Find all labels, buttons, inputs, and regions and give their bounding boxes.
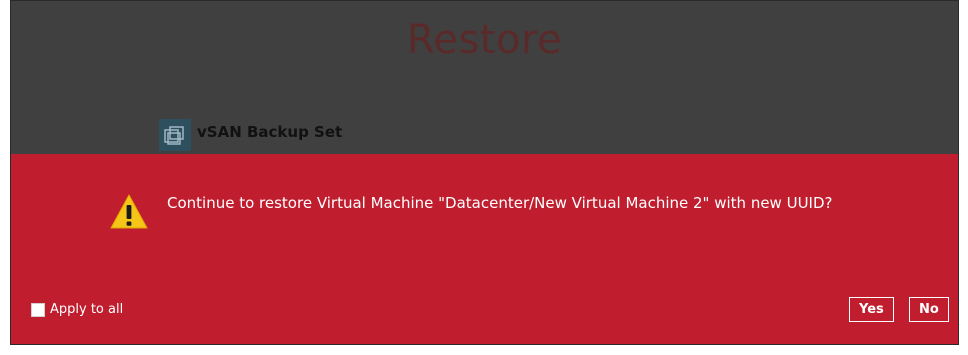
vm-icon [159, 119, 191, 151]
apply-to-all-toggle[interactable]: Apply to all [31, 302, 123, 317]
page-title: Restore [406, 17, 563, 63]
apply-to-all-checkbox[interactable] [31, 302, 45, 317]
apply-to-all-label: Apply to all [50, 302, 124, 317]
restore-window: Restore vSAN Backup Set Continue to rest… [10, 0, 959, 345]
no-button[interactable]: No [909, 297, 949, 322]
dialog-message: Continue to restore Virtual Machine "Dat… [167, 194, 833, 212]
backup-set-item[interactable]: vSAN Backup Set [159, 119, 342, 151]
yes-button[interactable]: Yes [849, 297, 894, 322]
confirm-dialog: Continue to restore Virtual Machine "Dat… [11, 154, 958, 344]
backup-set-name: vSAN Backup Set [197, 123, 343, 141]
warning-icon [110, 194, 148, 229]
